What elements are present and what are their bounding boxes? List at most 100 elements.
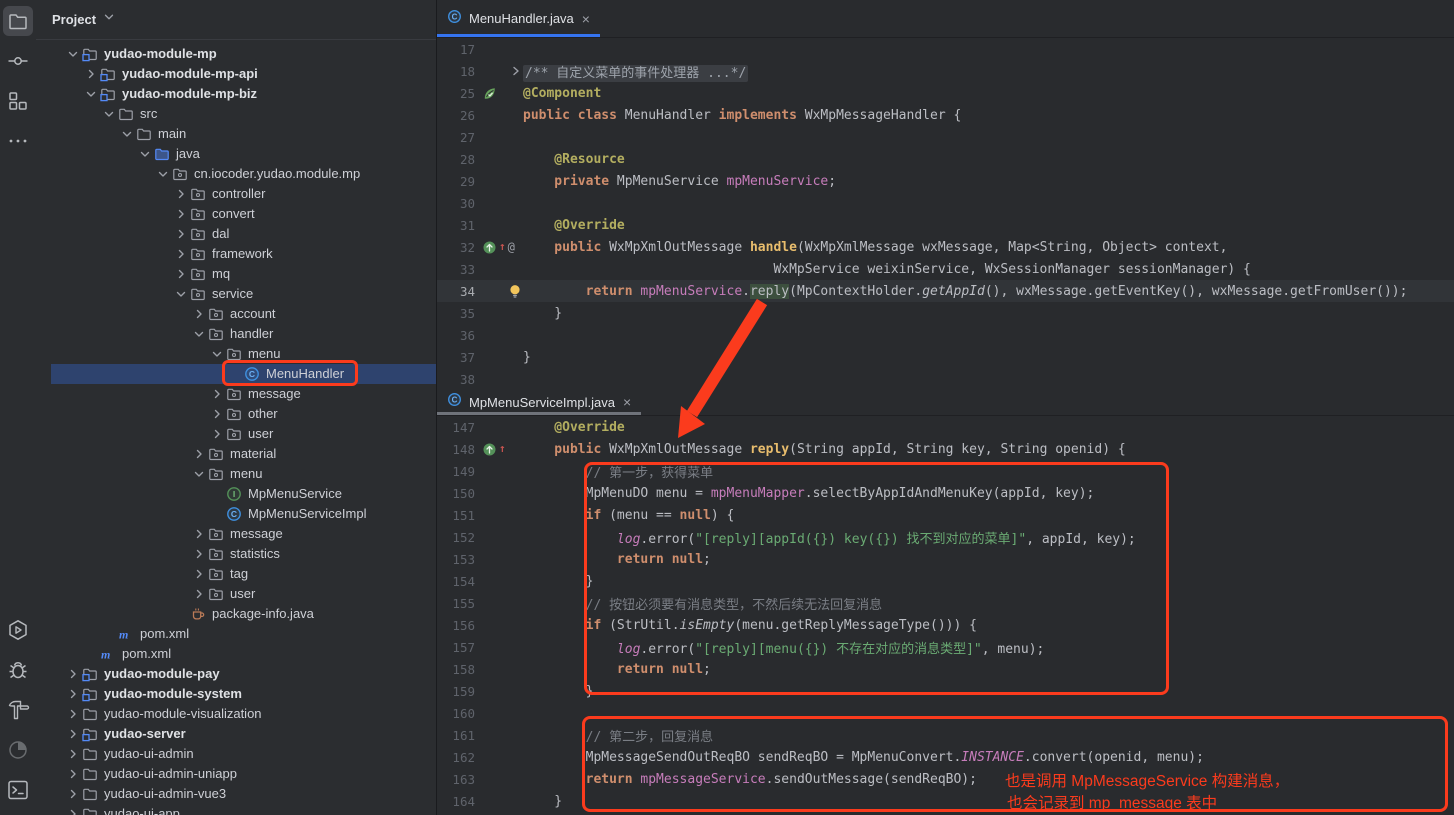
code-line-149[interactable]: 149 // 第一步，获得菜单 (437, 460, 1454, 482)
line-number[interactable]: 161 (437, 728, 479, 743)
tree-item-message[interactable]: message (51, 384, 436, 404)
tree-item-account[interactable]: account (51, 304, 436, 324)
line-number[interactable]: 35 (437, 306, 479, 321)
tree-item-controller[interactable]: controller (51, 184, 436, 204)
tree-item-yudao-module-mp-biz[interactable]: yudao-module-mp-biz (51, 84, 436, 104)
chevron-collapsed-icon[interactable] (64, 726, 81, 742)
tree-item-menu[interactable]: menu (51, 344, 436, 364)
chevron-collapsed-icon[interactable] (64, 786, 81, 802)
line-number[interactable]: 147 (437, 420, 479, 435)
line-number[interactable]: 162 (437, 750, 479, 765)
tree-item-main[interactable]: main (51, 124, 436, 144)
code-line-31[interactable]: 31 @Override (437, 214, 1454, 236)
line-number[interactable]: 151 (437, 508, 479, 523)
code-line-161[interactable]: 161 // 第二步，回复消息 (437, 724, 1454, 746)
chevron-collapsed-icon[interactable] (172, 206, 189, 222)
chevron-expanded-icon[interactable] (136, 146, 153, 162)
code-line-157[interactable]: 157 log.error("[reply][menu({}) 不存在对应的消息… (437, 636, 1454, 658)
line-number[interactable]: 34 (437, 284, 479, 299)
line-number[interactable]: 36 (437, 328, 479, 343)
close-icon[interactable]: × (582, 12, 590, 26)
tree-item-src[interactable]: src (51, 104, 436, 124)
tree-item-yudao-ui-admin-uniapp[interactable]: yudao-ui-admin-uniapp (51, 764, 436, 784)
tree-item-pom-xml[interactable]: mpom.xml (51, 644, 436, 664)
line-number[interactable]: 30 (437, 196, 479, 211)
chevron-collapsed-icon[interactable] (190, 446, 207, 462)
line-number[interactable]: 18 (437, 64, 479, 79)
tree-item-handler[interactable]: handler (51, 324, 436, 344)
tab-mpmenuserviceimpl[interactable]: C MpMenuServiceImpl.java × (437, 389, 641, 415)
line-number[interactable]: 26 (437, 108, 479, 123)
tree-item-yudao-ui-app[interactable]: yudao-ui-app (51, 804, 436, 815)
line-number[interactable]: 159 (437, 684, 479, 699)
tree-item-java[interactable]: java (51, 144, 436, 164)
chevron-collapsed-icon[interactable] (172, 186, 189, 202)
code-line-35[interactable]: 35 } (437, 302, 1454, 324)
profiler-tool-icon[interactable] (3, 735, 33, 765)
editor-mpmenuserviceimpl[interactable]: 147 @Override148↑ public WxMpXmlOutMessa… (437, 416, 1454, 815)
chevron-down-icon[interactable] (102, 10, 116, 29)
line-number[interactable]: 163 (437, 772, 479, 787)
bulb-icon[interactable] (507, 283, 523, 299)
line-number[interactable]: 32 (437, 240, 479, 255)
line-number[interactable]: 157 (437, 640, 479, 655)
chevron-expanded-icon[interactable] (82, 86, 99, 102)
line-number[interactable]: 37 (437, 350, 479, 365)
services-tool-icon[interactable] (3, 615, 33, 645)
chevron-collapsed-icon[interactable] (208, 426, 225, 442)
tree-item-yudao-module-visualization[interactable]: yudao-module-visualization (51, 704, 436, 724)
chevron-expanded-icon[interactable] (118, 126, 135, 142)
line-number[interactable]: 155 (437, 596, 479, 611)
chevron-expanded-icon[interactable] (190, 466, 207, 482)
chevron-collapsed-icon[interactable] (82, 66, 99, 82)
tree-item-service[interactable]: service (51, 284, 436, 304)
code-line-153[interactable]: 153 return null; (437, 548, 1454, 570)
chevron-collapsed-icon[interactable] (190, 546, 207, 562)
code-line-159[interactable]: 159 } (437, 680, 1454, 702)
chevron-collapsed-icon[interactable] (64, 666, 81, 682)
code-line-37[interactable]: 37} (437, 346, 1454, 368)
code-line-156[interactable]: 156 if (StrUtil.isEmpty(menu.getReplyMes… (437, 614, 1454, 636)
line-number[interactable]: 158 (437, 662, 479, 677)
chevron-collapsed-icon[interactable] (64, 766, 81, 782)
chevron-collapsed-icon[interactable] (64, 746, 81, 762)
line-number[interactable]: 150 (437, 486, 479, 501)
tab-menuhandler[interactable]: C MenuHandler.java × (437, 0, 600, 37)
chevron-expanded-icon[interactable] (64, 46, 81, 62)
tree-item-package-info-java[interactable]: package-info.java (51, 604, 436, 624)
tree-item-menuhandler[interactable]: CMenuHandler (51, 364, 436, 384)
line-number[interactable]: 38 (437, 372, 479, 387)
chevron-expanded-icon[interactable] (154, 166, 171, 182)
code-line-30[interactable]: 30 (437, 192, 1454, 214)
tree-item-yudao-ui-admin-vue3[interactable]: yudao-ui-admin-vue3 (51, 784, 436, 804)
chevron-collapsed-icon[interactable] (64, 686, 81, 702)
line-number[interactable]: 156 (437, 618, 479, 633)
code-line-26[interactable]: 26public class MenuHandler implements Wx… (437, 104, 1454, 126)
chevron-collapsed-icon[interactable] (64, 806, 81, 815)
tree-item-material[interactable]: material (51, 444, 436, 464)
project-header[interactable]: Project (36, 0, 436, 40)
code-line-17[interactable]: 17 (437, 38, 1454, 60)
tree-item-dal[interactable]: dal (51, 224, 436, 244)
code-line-162[interactable]: 162 MpMessageSendOutReqBO sendReqBO = Mp… (437, 746, 1454, 768)
code-line-160[interactable]: 160 (437, 702, 1454, 724)
tree-item-user[interactable]: user (51, 584, 436, 604)
build-tool-icon[interactable] (3, 695, 33, 725)
line-number[interactable]: 160 (437, 706, 479, 721)
commit-tool-icon[interactable] (3, 46, 33, 76)
project-tool-icon[interactable] (3, 6, 33, 36)
line-number[interactable]: 17 (437, 42, 479, 57)
code-line-163[interactable]: 163 return mpMessageService.sendOutMessa… (437, 768, 1454, 790)
code-line-151[interactable]: 151 if (menu == null) { (437, 504, 1454, 526)
code-line-25[interactable]: 25@Component (437, 82, 1454, 104)
chevron-collapsed-icon[interactable] (190, 566, 207, 582)
code-line-27[interactable]: 27 (437, 126, 1454, 148)
chevron-collapsed-icon[interactable] (64, 706, 81, 722)
editor-menuhandler[interactable]: 1718/** 自定义菜单的事件处理器 ...*/25@Component26p… (437, 38, 1454, 389)
chevron-expanded-icon[interactable] (100, 106, 117, 122)
code-line-29[interactable]: 29 private MpMenuService mpMenuService; (437, 170, 1454, 192)
code-line-148[interactable]: 148↑ public WxMpXmlOutMessage reply(Stri… (437, 438, 1454, 460)
code-line-164[interactable]: 164 } (437, 790, 1454, 812)
tree-item-mq[interactable]: mq (51, 264, 436, 284)
close-icon[interactable]: × (623, 395, 631, 409)
